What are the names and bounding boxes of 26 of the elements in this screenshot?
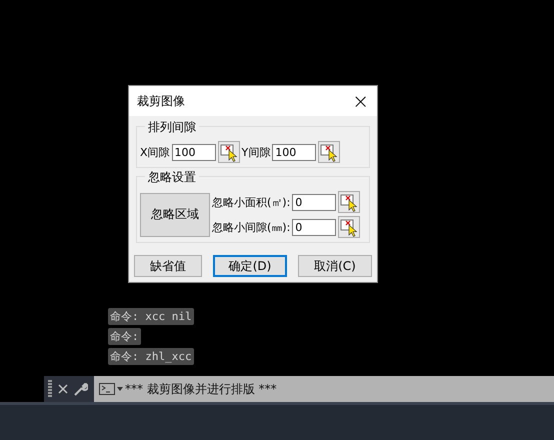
grip-icon[interactable]	[48, 380, 52, 398]
pick-point-icon[interactable]	[218, 141, 240, 163]
field-label: 忽略小面积(㎡):	[212, 194, 290, 210]
input-field[interactable]: 100	[272, 144, 316, 160]
field-label: Y间隙	[242, 144, 270, 160]
window-title: 裁剪图像	[137, 92, 185, 110]
input-field[interactable]: 0	[292, 194, 336, 210]
group-title: 排列间隙	[145, 119, 199, 136]
ignore-region-button[interactable]: 忽略区域	[140, 192, 210, 236]
pick-point-icon[interactable]	[338, 216, 360, 238]
dialog-button[interactable]: 取消(C)	[298, 255, 372, 277]
input-field[interactable]: 100	[172, 144, 216, 160]
field-label: 忽略小间隙(㎜):	[212, 220, 290, 234]
group-title: 忽略设置	[145, 169, 199, 186]
close-icon[interactable]	[58, 384, 68, 394]
command-bar[interactable]: *** 裁剪图像并进行排版 ***	[94, 376, 554, 402]
close-button[interactable]: ×	[352, 89, 369, 113]
dialog-button[interactable]: 确定(D)	[213, 255, 287, 277]
pick-point-icon[interactable]	[318, 141, 340, 163]
terminal-icon[interactable]	[99, 383, 123, 395]
wrench-icon[interactable]	[74, 382, 88, 396]
input-field[interactable]: 0	[292, 218, 336, 236]
pick-point-icon[interactable]	[338, 191, 360, 213]
dialog-button[interactable]: 缺省值	[134, 255, 202, 277]
field-label: X间隙	[140, 144, 170, 160]
command-text: *** 裁剪图像并进行排版 ***	[125, 380, 277, 398]
